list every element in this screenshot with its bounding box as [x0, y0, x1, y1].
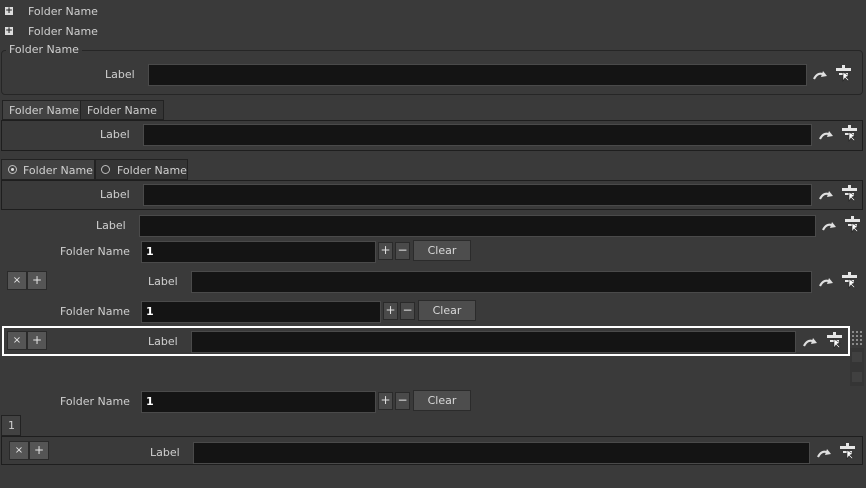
insert-instance-button[interactable]: +: [27, 271, 47, 290]
parm-label: Label: [100, 128, 130, 141]
channel-menu-icon[interactable]: [841, 272, 858, 289]
multiparm-add-button[interactable]: +: [378, 242, 393, 260]
revert-arrow-icon[interactable]: [802, 334, 819, 351]
revert-arrow-icon[interactable]: [812, 67, 829, 84]
channel-menu-icon[interactable]: [835, 65, 852, 82]
expand-icon[interactable]: +: [5, 7, 13, 16]
parm-label: Label: [105, 68, 135, 81]
parm-label: Label: [96, 219, 126, 232]
tab-folder-2[interactable]: Folder Name: [80, 100, 164, 120]
collapsible-folder-label[interactable]: Folder Name: [28, 25, 98, 39]
string-field[interactable]: [191, 271, 812, 293]
multiparm-remove-button[interactable]: −: [395, 242, 410, 260]
multiparm-remove-button[interactable]: −: [395, 392, 410, 410]
remove-instance-button[interactable]: ×: [7, 331, 27, 350]
radio-tab-2[interactable]: Folder Name: [95, 159, 188, 180]
revert-arrow-icon[interactable]: [821, 218, 838, 235]
multiparm-label: Folder Name: [60, 245, 130, 258]
multiparm-label: Folder Name: [60, 395, 130, 408]
insert-instance-button[interactable]: +: [29, 441, 49, 460]
parm-label: Label: [148, 275, 178, 288]
resize-handle-icon[interactable]: [852, 331, 862, 345]
radio-tab-label: Folder Name: [117, 164, 187, 177]
channel-menu-icon[interactable]: [841, 185, 858, 202]
multiparm-label: Folder Name: [60, 305, 130, 318]
remove-instance-button[interactable]: ×: [7, 271, 27, 290]
remove-instance-button[interactable]: ×: [9, 441, 29, 460]
simple-folder-title: Folder Name: [6, 43, 82, 57]
radio-unselected-icon: [101, 165, 110, 174]
radio-selected-icon: [8, 165, 17, 174]
revert-arrow-icon[interactable]: [818, 274, 835, 291]
parm-label: Label: [148, 335, 178, 348]
channel-menu-icon[interactable]: [841, 125, 858, 142]
channel-menu-icon[interactable]: [826, 332, 843, 349]
revert-arrow-icon[interactable]: [818, 127, 835, 144]
clear-button[interactable]: Clear: [413, 390, 471, 411]
multiparm-remove-button[interactable]: −: [400, 302, 415, 320]
multiparm-add-button[interactable]: +: [378, 392, 393, 410]
string-field[interactable]: [143, 124, 812, 146]
radio-tab-1[interactable]: Folder Name: [1, 159, 95, 180]
string-field[interactable]: [139, 215, 816, 237]
revert-arrow-icon[interactable]: [818, 187, 835, 204]
tab-folder-1[interactable]: Folder Name: [2, 100, 86, 120]
parm-label: Label: [150, 446, 180, 459]
collapsible-folder-label[interactable]: Folder Name: [28, 5, 98, 19]
multiparm-add-button[interactable]: +: [383, 302, 398, 320]
multiparm-count-field[interactable]: 1: [141, 391, 376, 413]
scroll-down-button[interactable]: [852, 372, 862, 382]
string-field[interactable]: [148, 64, 807, 86]
multiparm-count-field[interactable]: 1: [141, 241, 376, 263]
expand-icon[interactable]: +: [5, 27, 13, 36]
multiparm-count-field[interactable]: 1: [141, 301, 381, 323]
parm-label: Label: [100, 188, 130, 201]
channel-menu-icon[interactable]: [844, 216, 861, 233]
clear-button[interactable]: Clear: [413, 240, 471, 261]
revert-arrow-icon[interactable]: [816, 445, 833, 462]
string-field[interactable]: [193, 442, 810, 464]
string-field[interactable]: [191, 331, 796, 353]
scroll-up-button[interactable]: [852, 352, 862, 362]
string-field[interactable]: [143, 184, 812, 206]
multiparm-tab-1[interactable]: 1: [1, 415, 21, 436]
insert-instance-button[interactable]: +: [27, 331, 47, 350]
channel-menu-icon[interactable]: [839, 443, 856, 460]
scrollbar[interactable]: [850, 348, 864, 386]
radio-tab-label: Folder Name: [23, 164, 93, 177]
clear-button[interactable]: Clear: [418, 300, 476, 321]
